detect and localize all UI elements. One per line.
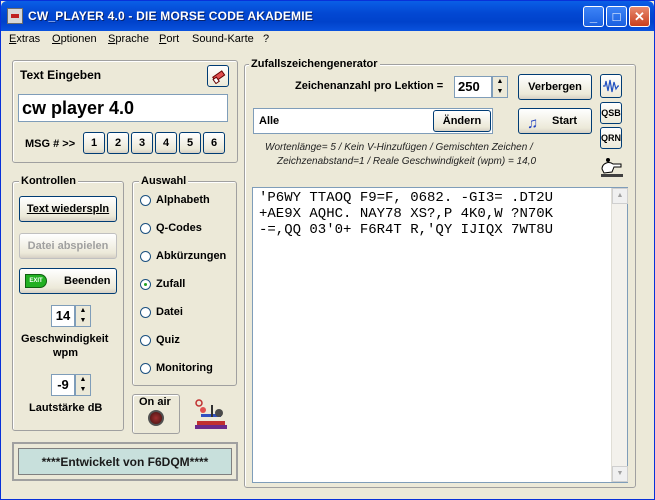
speed-down-icon[interactable]: ▼ xyxy=(76,316,90,326)
change-button[interactable]: Ändern xyxy=(433,110,491,132)
eraser-icon[interactable] xyxy=(207,65,229,87)
menu-optionen[interactable]: Optionen xyxy=(52,33,97,45)
msg-button-2[interactable]: 2 xyxy=(107,132,129,154)
output-scrollbar[interactable]: ▲ ▼ xyxy=(611,188,628,482)
count-value[interactable]: 250 xyxy=(454,76,492,98)
app-icon xyxy=(7,8,23,24)
character-set-value: Alle xyxy=(259,115,280,127)
hand-key-icon[interactable] xyxy=(599,155,625,179)
volume-label: Lautstärke dB xyxy=(29,402,103,414)
menu-port[interactable]: Port xyxy=(159,33,179,45)
output-line-3: -=,QQ 03'0+ F6R4T R,'QY IJIQX 7WT8U xyxy=(259,222,554,238)
msg-button-3[interactable]: 3 xyxy=(131,132,153,154)
footer-frame: ****Entwickelt von F6DQM**** xyxy=(12,442,238,481)
volume-down-icon[interactable]: ▼ xyxy=(76,385,90,395)
info-line-1: Wortenlänge= 5 / Kein V-Hinzufügen / Gem… xyxy=(265,142,533,153)
msg-button-4[interactable]: 4 xyxy=(155,132,177,154)
main-window: CW_PLAYER 4.0 - DIE MORSE CODE AKADEMIE … xyxy=(0,0,655,500)
minimize-button[interactable]: _ xyxy=(583,6,604,27)
auswahl-title: Auswahl xyxy=(139,175,189,187)
qrn-button[interactable]: QRN xyxy=(600,127,622,149)
menu-help[interactable]: ? xyxy=(263,33,269,45)
footer-text: ****Entwickelt von F6DQM**** xyxy=(18,448,232,475)
text-input-panel: Text Eingeben cw player 4.0 MSG # >> 1 2… xyxy=(12,60,238,163)
msg-button-6[interactable]: 6 xyxy=(203,132,225,154)
hide-button[interactable]: Verbergen xyxy=(518,74,592,100)
waveform-icon[interactable] xyxy=(600,74,622,98)
speed-unit: wpm xyxy=(53,347,79,359)
menu-extras[interactable]: Extras xyxy=(9,33,40,45)
msg-button-5[interactable]: 5 xyxy=(179,132,201,154)
generator-panel: Zufallszeichengenerator Zeichenanzahl pr… xyxy=(244,58,636,488)
menu-bar: Extras Optionen Sprache Port Sound-Karte… xyxy=(1,31,654,49)
exit-label: Beenden xyxy=(64,275,111,287)
count-arrows[interactable]: ▲ ▼ xyxy=(492,76,508,98)
output-line-2: +AE9X AQHC. NAY78 XS?,P 4K0,W ?N70K xyxy=(259,206,554,222)
count-up-icon[interactable]: ▲ xyxy=(493,77,507,87)
kontrollen-title: Kontrollen xyxy=(19,175,78,187)
music-note-icon: ♫ xyxy=(527,115,539,132)
close-button[interactable]: ✕ xyxy=(629,6,650,27)
msg-label: MSG # >> xyxy=(25,138,76,150)
info-line-2: Zeichzenabstand=1 / Reale Geschwindigkei… xyxy=(277,156,537,167)
speed-arrows[interactable]: ▲ ▼ xyxy=(75,305,91,327)
maximize-button[interactable]: □ xyxy=(606,6,627,27)
count-stepper[interactable]: 250 ▲ ▼ xyxy=(454,76,509,98)
on-air-label: On air xyxy=(139,396,171,408)
volume-value[interactable]: -9 xyxy=(51,374,75,396)
volume-arrows[interactable]: ▲ ▼ xyxy=(75,374,91,396)
kontrollen-panel: Kontrollen Text wiederspln Datei abspiel… xyxy=(12,175,124,431)
output-textarea[interactable]: 'P6WY TTAOQ F9=F, 0682. -GI3= .DT2U +AE9… xyxy=(252,187,628,483)
msg-button-1[interactable]: 1 xyxy=(83,132,105,154)
generator-title: Zufallszeichengenerator xyxy=(249,58,380,70)
on-air-panel: On air xyxy=(132,394,180,434)
output-line-1: 'P6WY TTAOQ F9=F, 0682. -GI3= .DT2U xyxy=(259,190,554,206)
auswahl-panel: Auswahl Alphabeth Q-Codes Abkürzungen Zu… xyxy=(132,175,237,386)
start-button[interactable]: ♫ Start xyxy=(518,108,592,134)
window-title: CW_PLAYER 4.0 - DIE MORSE CODE AKADEMIE xyxy=(28,9,313,23)
exit-icon: EXIT xyxy=(25,274,47,288)
play-file-button[interactable]: Datei abspielen xyxy=(19,233,117,259)
qsb-button[interactable]: QSB xyxy=(600,102,622,124)
count-down-icon[interactable]: ▼ xyxy=(493,87,507,97)
on-air-led-icon xyxy=(148,410,164,426)
menu-sprache[interactable]: Sprache xyxy=(108,33,149,45)
text-input-field[interactable]: cw player 4.0 xyxy=(18,94,228,122)
scroll-up-icon[interactable]: ▲ xyxy=(612,188,628,204)
morse-key-icon xyxy=(191,397,231,433)
text-input-title: Text Eingeben xyxy=(20,68,102,82)
speed-label: Geschwindigkeit xyxy=(21,333,109,345)
exit-button[interactable]: EXIT Beenden xyxy=(19,268,117,294)
replay-text-button[interactable]: Text wiederspln xyxy=(19,196,117,222)
volume-stepper[interactable]: -9 ▲ ▼ xyxy=(51,374,93,396)
volume-up-icon[interactable]: ▲ xyxy=(76,375,90,385)
start-label: Start xyxy=(552,115,578,127)
speed-up-icon[interactable]: ▲ xyxy=(76,306,90,316)
title-bar[interactable]: CW_PLAYER 4.0 - DIE MORSE CODE AKADEMIE … xyxy=(1,1,654,31)
menu-sound-karte[interactable]: Sound-Karte xyxy=(192,33,254,45)
scroll-down-icon[interactable]: ▼ xyxy=(612,466,628,482)
count-label: Zeichenanzahl pro Lektion = xyxy=(295,80,444,92)
speed-value[interactable]: 14 xyxy=(51,305,75,327)
character-set-field: Alle Ändern xyxy=(253,108,493,134)
speed-stepper[interactable]: 14 ▲ ▼ xyxy=(51,305,93,327)
